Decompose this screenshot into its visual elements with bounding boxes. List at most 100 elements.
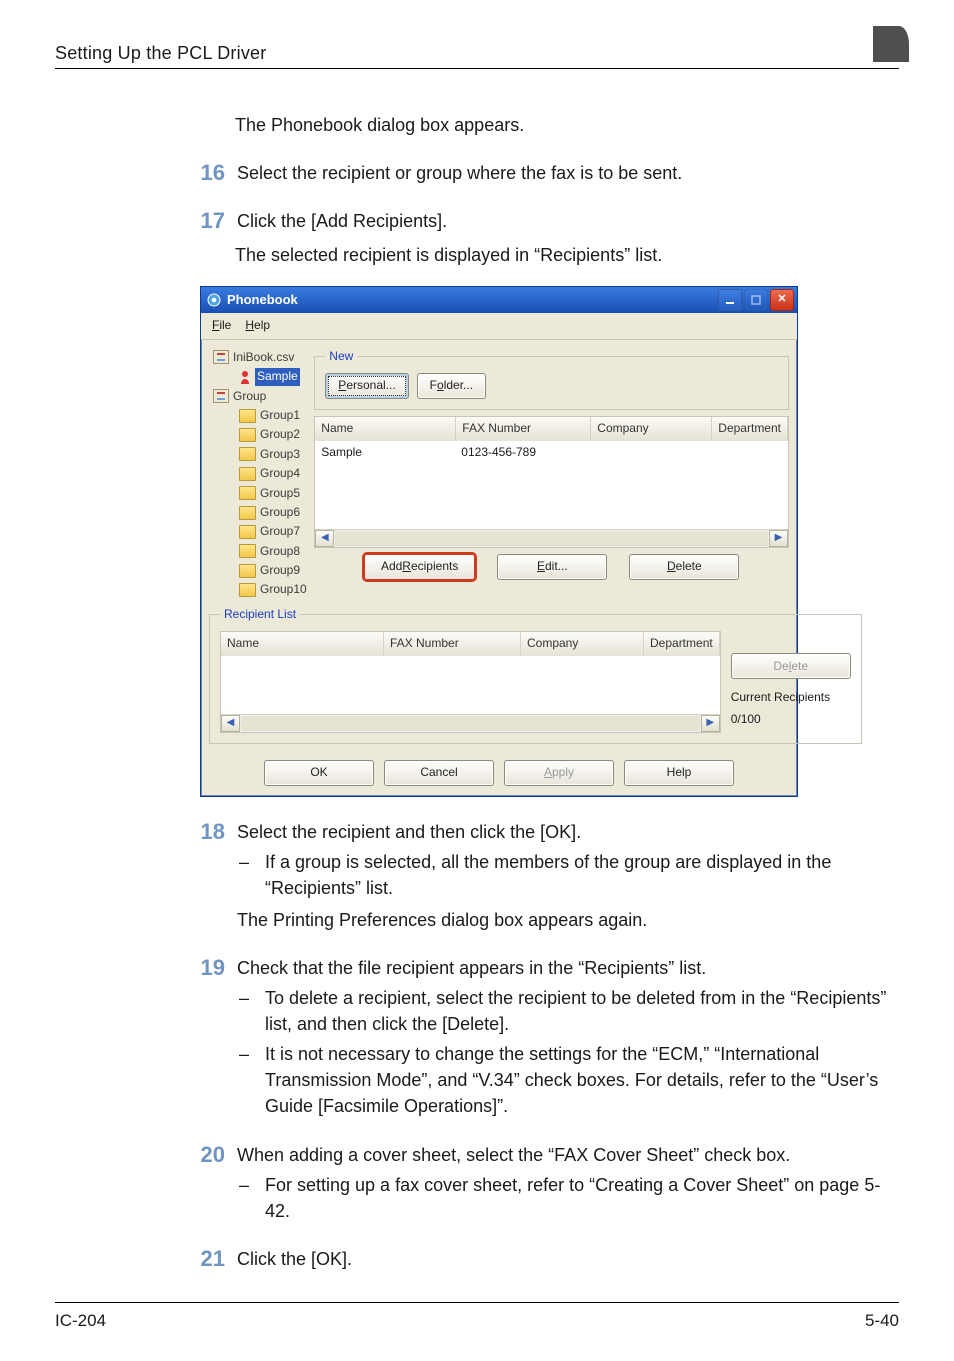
recipient-scrollbar[interactable]: ◀ ▶ <box>221 714 720 732</box>
menu-file-label: ile <box>219 318 231 332</box>
bullet-dash: – <box>237 985 251 1037</box>
step-21: 21 Click the [OK]. <box>195 1246 894 1272</box>
step-number: 19 <box>195 955 225 980</box>
folder-icon <box>239 486 256 500</box>
menu-help-label: elp <box>254 318 270 332</box>
folder-icon <box>239 428 256 442</box>
add-recipients-button[interactable]: Add Recipients <box>364 554 475 580</box>
contacts-scrollbar[interactable]: ◀ ▶ <box>315 529 788 547</box>
step-number: 16 <box>195 160 225 185</box>
step-bullet: It is not necessary to change the settin… <box>265 1041 894 1119</box>
tree-group-item[interactable]: Group6 <box>209 503 308 522</box>
step-follow-text: The selected recipient is displayed in “… <box>235 242 894 268</box>
scroll-track[interactable] <box>335 531 768 546</box>
scroll-left-icon[interactable]: ◀ <box>315 530 334 547</box>
pre-step-text: The Phonebook dialog box appears. <box>235 112 894 138</box>
running-header: Setting Up the PCL Driver 5 <box>55 30 899 69</box>
contacts-table[interactable]: Name FAX Number Company Department Sampl… <box>314 416 789 547</box>
step-19: 19 Check that the file recipient appears… <box>195 955 894 1120</box>
col-company[interactable]: Company <box>521 632 644 655</box>
step-16: 16 Select the recipient or group where t… <box>195 160 894 186</box>
menu-help[interactable]: Help <box>240 316 275 335</box>
col-name[interactable]: Name <box>221 632 384 655</box>
folder-icon <box>239 467 256 481</box>
folder-button[interactable]: Folder... <box>417 373 486 399</box>
scroll-right-icon[interactable]: ▶ <box>769 530 788 547</box>
tree-group-item[interactable]: Group5 <box>209 484 308 503</box>
step-text: Check that the file recipient appears in… <box>237 955 894 981</box>
chapter-corner <box>873 26 909 62</box>
tree-group-item[interactable]: Group2 <box>209 425 308 444</box>
minimize-button[interactable] <box>718 289 742 311</box>
ok-button[interactable]: OK <box>264 760 374 786</box>
folder-icon <box>239 583 256 597</box>
cell-name: Sample <box>315 441 455 464</box>
close-button[interactable]: ✕ <box>770 289 794 311</box>
col-department[interactable]: Department <box>644 632 720 655</box>
window-title: Phonebook <box>227 291 298 310</box>
current-recipients-count: 0/100 <box>731 711 851 728</box>
tree-group-item[interactable]: Group7 <box>209 522 308 541</box>
tree-sample[interactable]: Sample <box>209 367 308 386</box>
footer-right: 5-40 <box>865 1311 899 1331</box>
tree-root[interactable]: IniBook.csv <box>209 348 308 367</box>
step-text: Select the recipient and then click the … <box>237 819 894 845</box>
delete-button[interactable]: Delete <box>629 554 739 580</box>
table-row[interactable]: Sample 0123-456-789 <box>315 441 788 464</box>
col-fax[interactable]: FAX Number <box>456 417 591 440</box>
phonebook-dialog: Phonebook ✕ File Help <box>200 286 798 796</box>
step-number: 18 <box>195 819 225 844</box>
table-header: Name FAX Number Company Department <box>221 632 720 655</box>
help-button[interactable]: Help <box>624 760 734 786</box>
step-number: 20 <box>195 1142 225 1167</box>
tree-group-item[interactable]: Group9 <box>209 561 308 580</box>
edit-button[interactable]: Edit... <box>497 554 607 580</box>
app-icon <box>207 293 221 307</box>
col-fax[interactable]: FAX Number <box>384 632 521 655</box>
scroll-track[interactable] <box>241 716 700 731</box>
step-number: 21 <box>195 1246 225 1271</box>
recipient-legend: Recipient List <box>220 606 300 623</box>
tree-view[interactable]: IniBook.csv Sample Group Group1 <box>209 348 308 600</box>
scroll-left-icon[interactable]: ◀ <box>221 715 240 732</box>
col-name[interactable]: Name <box>315 417 456 440</box>
dialog-buttons: OK Cancel Apply Help <box>201 750 797 796</box>
recipient-table[interactable]: Name FAX Number Company Department ◀ ▶ <box>220 631 721 732</box>
tree-group-item[interactable]: Group8 <box>209 542 308 561</box>
tree-sample-label: Sample <box>255 368 300 385</box>
step-20: 20 When adding a cover sheet, select the… <box>195 1142 894 1224</box>
tree-group-root[interactable]: Group <box>209 387 308 406</box>
person-icon <box>239 370 251 384</box>
folder-icon <box>239 447 256 461</box>
personal-button[interactable]: Personal... <box>325 373 408 399</box>
tree-root-label: IniBook.csv <box>233 349 294 366</box>
step-follow-text: The Printing Preferences dialog box appe… <box>237 907 894 933</box>
tree-group-item[interactable]: Group10 <box>209 580 308 599</box>
cancel-button[interactable]: Cancel <box>384 760 494 786</box>
step-17: 17 Click the [Add Recipients]. <box>195 208 894 234</box>
title-bar[interactable]: Phonebook ✕ <box>201 287 797 313</box>
folder-icon <box>239 544 256 558</box>
tree-group-label: Group <box>233 388 266 405</box>
col-department[interactable]: Department <box>712 417 788 440</box>
step-text: When adding a cover sheet, select the “F… <box>237 1142 894 1168</box>
tree-group-item[interactable]: Group4 <box>209 464 308 483</box>
table-header: Name FAX Number Company Department <box>315 417 788 440</box>
bullet-dash: – <box>237 849 251 901</box>
book-icon <box>213 350 229 364</box>
tree-group-item[interactable]: Group3 <box>209 445 308 464</box>
cell-fax: 0123-456-789 <box>455 441 589 464</box>
recipient-list-fieldset: Recipient List Name FAX Number Company D… <box>209 606 862 744</box>
tree-group-item[interactable]: Group1 <box>209 406 308 425</box>
menu-file[interactable]: File <box>207 316 236 335</box>
page-footer: IC-204 5-40 <box>55 1302 899 1331</box>
maximize-button[interactable] <box>744 289 768 311</box>
bullet-dash: – <box>237 1172 251 1224</box>
apply-button[interactable]: Apply <box>504 760 614 786</box>
scroll-right-icon[interactable]: ▶ <box>701 715 720 732</box>
current-recipients-label: Current Recipients <box>731 689 851 706</box>
recipient-delete-button[interactable]: Delete <box>731 653 851 679</box>
col-company[interactable]: Company <box>591 417 712 440</box>
folder-icon <box>239 564 256 578</box>
step-number: 17 <box>195 208 225 233</box>
